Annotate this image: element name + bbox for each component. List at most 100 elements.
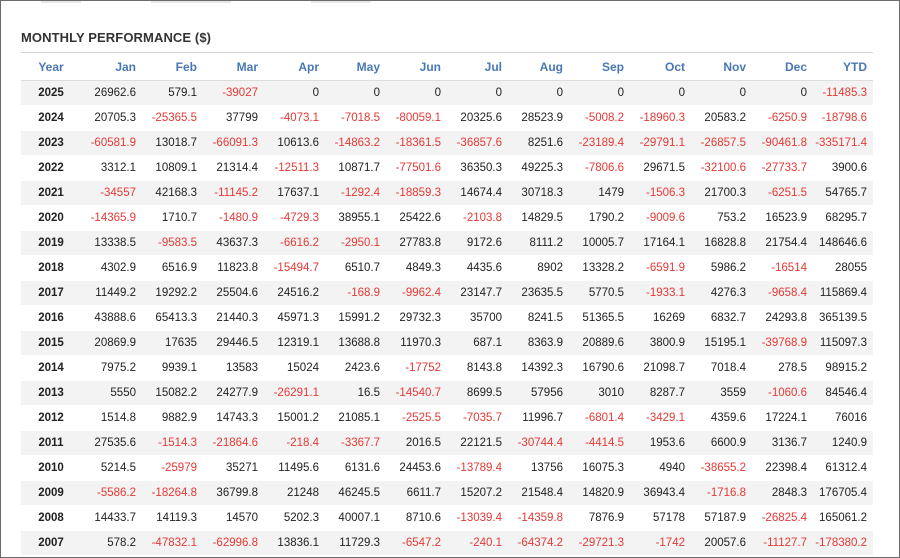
month-cell: -6250.9 [752, 105, 813, 131]
table-row: 2011 27535.6 -1514.3 -21864.6 -218.4 -3367.7 2… [21, 430, 873, 456]
month-cell: -26291.1 [264, 380, 325, 406]
month-cell: -6616.2 [264, 230, 325, 256]
ytd-cell: 1240.9 [813, 430, 873, 456]
month-cell: 8241.5 [508, 305, 569, 331]
column-header-sep[interactable]: Sep [569, 53, 630, 81]
month-cell: 578.2 [81, 530, 142, 556]
table-row: 2025 26962.6 579.1 -39027 0 0 0 0 0 0 0 0 0 -11485.3 [21, 80, 873, 106]
table-row: 2019 13338.5 -9583.5 43637.3 -6616.2 -2950.1 2… [21, 230, 873, 256]
ytd-cell: 176705.4 [813, 480, 873, 506]
month-cell: 0 [691, 80, 752, 106]
column-header-oct[interactable]: Oct [630, 53, 691, 81]
month-cell: 57956 [508, 380, 569, 406]
month-cell: 24277.9 [203, 380, 264, 406]
month-cell: 5770.5 [569, 280, 630, 306]
month-cell: 20325.6 [447, 105, 508, 131]
month-cell: -2525.5 [386, 405, 447, 431]
month-cell: -18960.3 [630, 105, 691, 131]
table-row: 2007 578.2 -47832.1 -62996.8 13836.1 11729.3-… [21, 530, 873, 556]
month-cell: 10613.6 [264, 130, 325, 156]
month-cell: -7018.5 [325, 105, 386, 131]
month-cell: 15024 [264, 355, 325, 381]
month-cell: -6801.4 [569, 405, 630, 431]
month-cell: 2848.3 [752, 480, 813, 506]
column-header-jun[interactable]: Jun [386, 53, 447, 81]
month-cell: 25504.6 [203, 280, 264, 306]
column-header-mar[interactable]: Mar [203, 53, 264, 81]
month-cell: 14820.9 [569, 480, 630, 506]
month-cell: -1506.3 [630, 180, 691, 206]
month-cell: 1790.2 [569, 205, 630, 231]
month-cell: 0 [447, 80, 508, 106]
month-cell: 5986.2 [691, 255, 752, 281]
month-cell: 10871.7 [325, 155, 386, 181]
column-header-dec[interactable]: Dec [752, 53, 813, 81]
month-cell: -90461.8 [752, 130, 813, 156]
table-row: 2008 14433.7 14119.3 14570 5202.3 40007.1 8710… [21, 505, 873, 531]
month-cell: 8287.7 [630, 380, 691, 406]
table-row: 2012 1514.8 9882.9 14743.3 15001.2 21085.1 -25… [21, 405, 873, 431]
month-cell: -4414.5 [569, 430, 630, 456]
month-cell: 24293.8 [752, 305, 813, 331]
year-cell: 2011 [21, 430, 81, 456]
month-cell: 17635 [142, 330, 203, 356]
ytd-cell: 115097.3 [813, 330, 873, 356]
column-header-feb[interactable]: Feb [142, 53, 203, 81]
table-row: 2013 5550 15082.2 24277.9 -26291.1 16.5 -14540… [21, 380, 873, 406]
month-cell: 7018.4 [691, 355, 752, 381]
month-cell: 8251.6 [508, 130, 569, 156]
table-row: 2020 -14365.9 1710.7 -1480.9 -4729.3 38955.1 2… [21, 205, 873, 231]
year-cell: 2009 [21, 480, 81, 506]
column-header-ytd[interactable]: YTD [813, 53, 873, 81]
month-cell: -5008.2 [569, 105, 630, 131]
month-cell: -77501.6 [386, 155, 447, 181]
month-cell: 19292.2 [142, 280, 203, 306]
ytd-cell: 115869.4 [813, 280, 873, 306]
column-header-nov[interactable]: Nov [691, 53, 752, 81]
month-cell: 65413.3 [142, 305, 203, 331]
column-header-apr[interactable]: Apr [264, 53, 325, 81]
year-cell: 2017 [21, 280, 81, 306]
month-cell: 10005.7 [569, 230, 630, 256]
column-header-year[interactable]: Year [21, 53, 81, 81]
month-cell: -27733.7 [752, 155, 813, 181]
month-cell: 4849.3 [386, 255, 447, 281]
column-header-aug[interactable]: Aug [508, 53, 569, 81]
month-cell: -240.1 [447, 530, 508, 556]
month-cell: 16269 [630, 305, 691, 331]
month-cell: -1292.4 [325, 180, 386, 206]
month-cell: -14540.7 [386, 380, 447, 406]
month-cell: 4435.6 [447, 255, 508, 281]
column-header-jan[interactable]: Jan [81, 53, 142, 81]
month-cell: -218.4 [264, 430, 325, 456]
month-cell: -168.9 [325, 280, 386, 306]
year-cell: 2018 [21, 255, 81, 281]
year-cell: 2021 [21, 180, 81, 206]
ytd-cell: 84546.4 [813, 380, 873, 406]
month-cell: 3136.7 [752, 430, 813, 456]
month-cell: 0 [386, 80, 447, 106]
month-cell: 6600.9 [691, 430, 752, 456]
month-cell: -26825.4 [752, 505, 813, 531]
month-cell: 36943.4 [630, 480, 691, 506]
year-cell: 2010 [21, 455, 81, 481]
column-header-may[interactable]: May [325, 53, 386, 81]
month-cell: 57187.9 [691, 505, 752, 531]
month-cell: 29446.5 [203, 330, 264, 356]
month-cell: -25365.5 [142, 105, 203, 131]
ytd-cell: 98915.2 [813, 355, 873, 381]
month-cell: 6131.6 [325, 455, 386, 481]
table-header: Year Jan Feb Mar Apr May Jun Jul Aug Sep Oct Nov Dec… [21, 53, 873, 81]
month-cell: 1514.8 [81, 405, 142, 431]
column-header-jul[interactable]: Jul [447, 53, 508, 81]
month-cell: -5586.2 [81, 480, 142, 506]
month-cell: -34557 [81, 180, 142, 206]
month-cell: 7975.2 [81, 355, 142, 381]
month-cell: -32100.6 [691, 155, 752, 181]
month-cell: -9583.5 [142, 230, 203, 256]
month-cell: 16523.9 [752, 205, 813, 231]
month-cell: 46245.5 [325, 480, 386, 506]
ytd-cell: 3900.6 [813, 155, 873, 181]
month-cell: 1953.6 [630, 430, 691, 456]
month-cell: 43888.6 [81, 305, 142, 331]
